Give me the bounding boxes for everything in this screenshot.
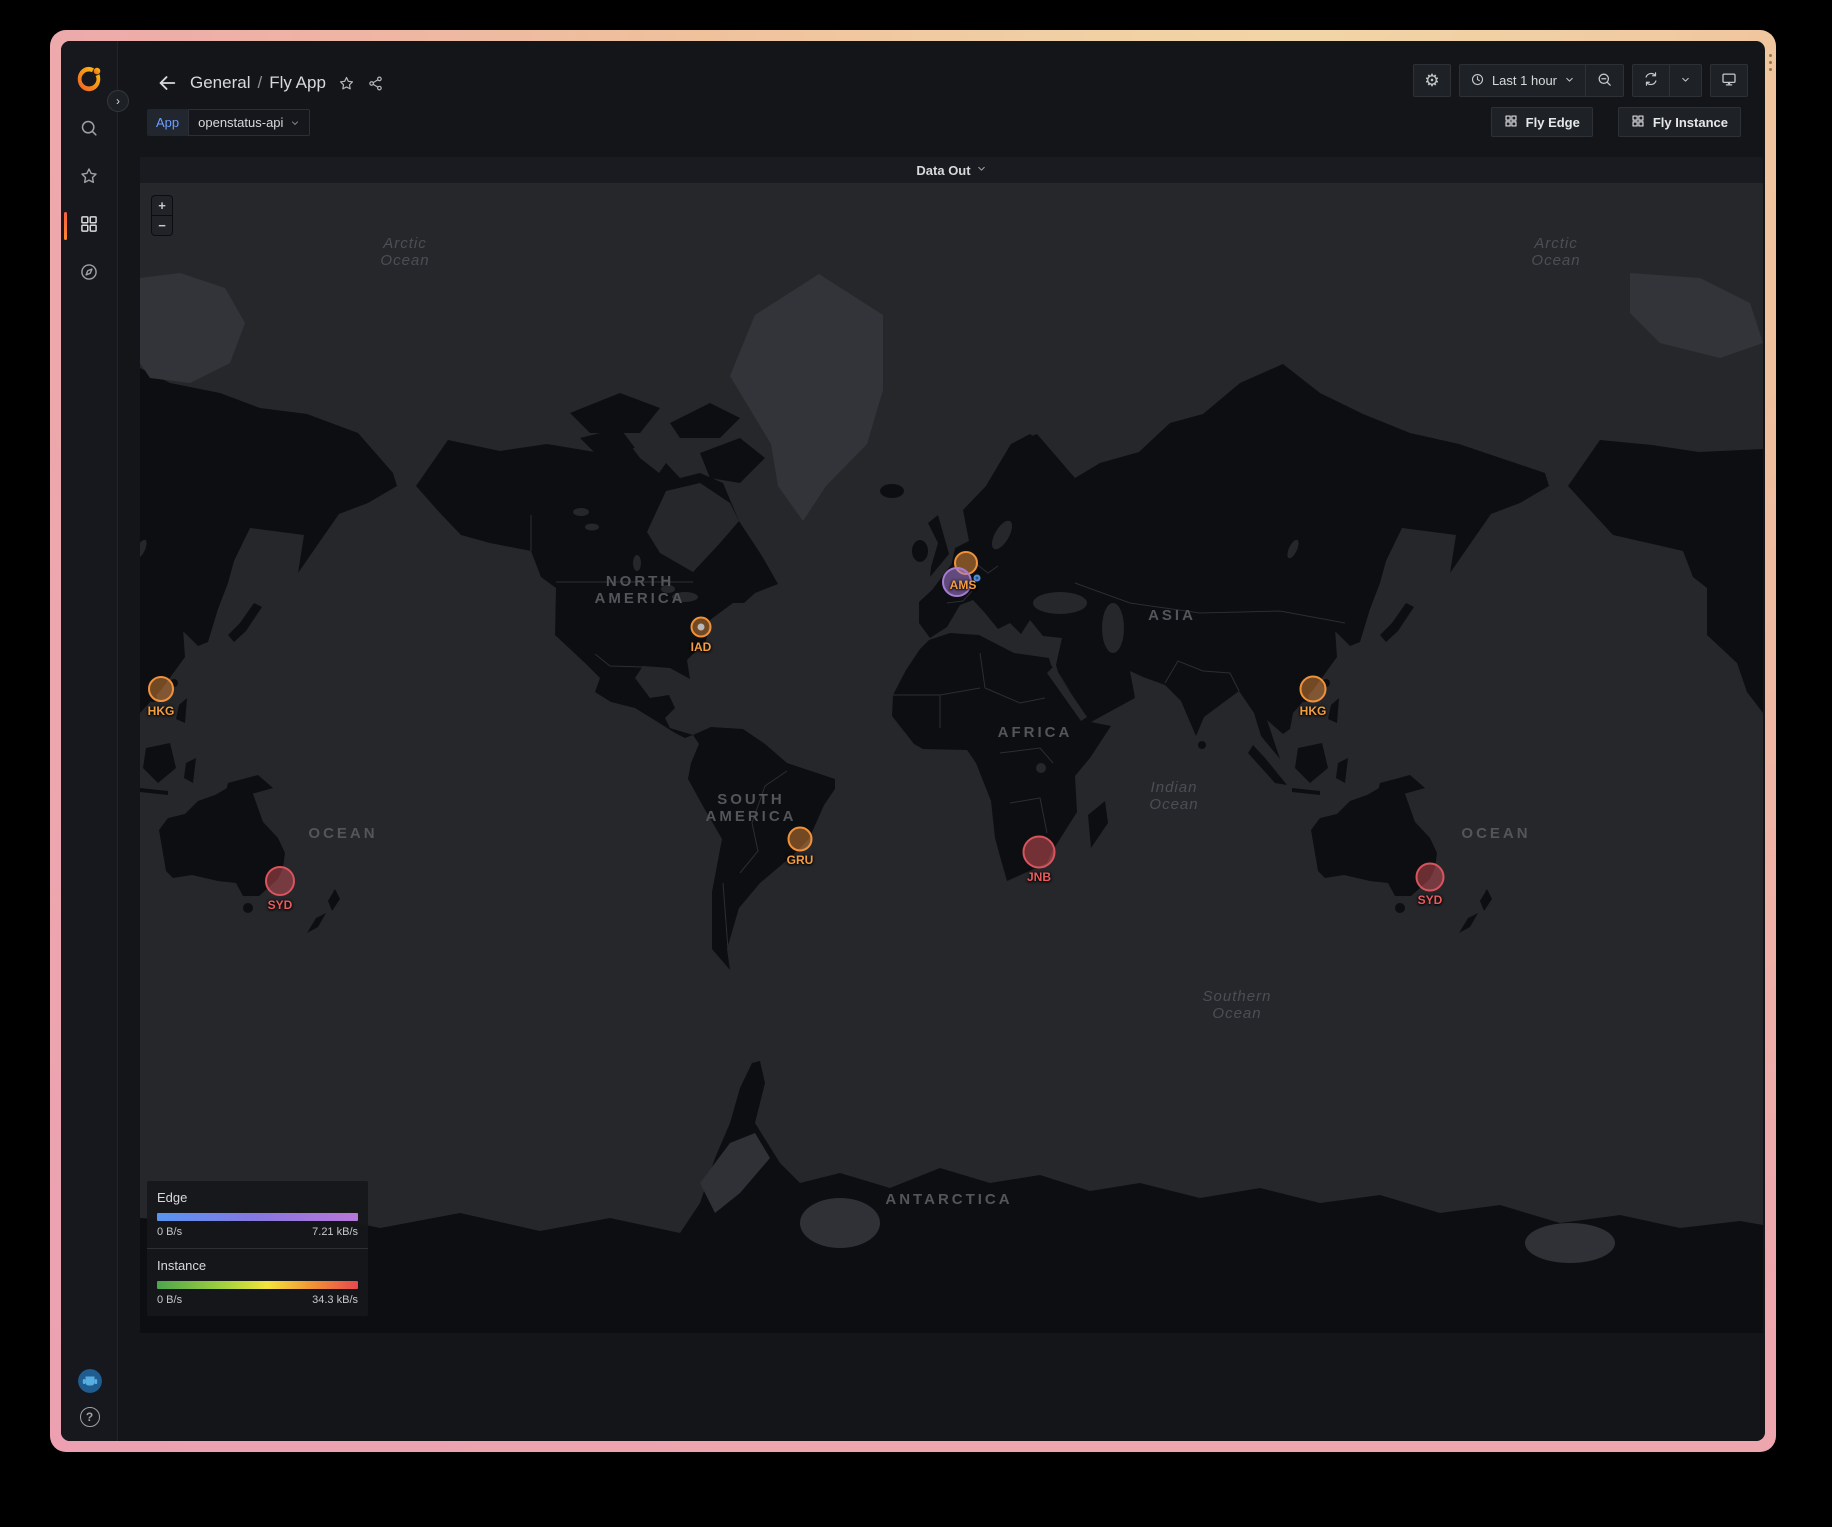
map-marker-syd-wrap[interactable] <box>265 866 295 896</box>
chevron-down-icon <box>1680 73 1691 88</box>
grafana-app: ? › General / Fly App <box>61 41 1765 1441</box>
legend-section-edge: Edge 0 B/s 7.21 kB/s <box>147 1181 368 1248</box>
active-indicator <box>64 212 67 240</box>
panel-header[interactable]: Data Out <box>140 157 1763 183</box>
legend-instance-min: 0 B/s <box>157 1294 182 1306</box>
legend-edge-min: 0 B/s <box>157 1226 182 1238</box>
map-marker-hkg[interactable] <box>1300 676 1327 703</box>
apps-grid-icon <box>1631 114 1645 131</box>
map-marker-ams-edge-dot[interactable] <box>974 575 981 582</box>
edge-gradient-bar <box>157 1213 358 1221</box>
clock-icon <box>1470 72 1485 90</box>
map-marker-syd[interactable] <box>1416 863 1445 892</box>
browser-window-frame: ? › General / Fly App <box>50 30 1776 1452</box>
template-variable: App openstatus-api <box>147 109 310 136</box>
top-navbar: General / Fly App ⚙ <box>118 41 1765 105</box>
help-icon[interactable]: ? <box>80 1407 100 1427</box>
sidebar-item-starred[interactable] <box>61 168 118 188</box>
variable-label: App <box>147 109 188 136</box>
dashboard-canvas: Data Out <box>118 145 1765 1441</box>
world-map[interactable]: Arctic OceanArctic OceanNORTH AMERICAASI… <box>140 183 1763 1333</box>
time-range-button[interactable]: Last 1 hour <box>1460 65 1585 96</box>
magnifier-minus-icon <box>1596 71 1613 91</box>
variable-value: openstatus-api <box>198 115 283 130</box>
refresh-interval-dropdown[interactable] <box>1670 65 1701 96</box>
refresh-icon <box>1643 71 1659 90</box>
map-marker-iad[interactable] <box>691 617 712 638</box>
sidebar-item-search[interactable] <box>61 120 118 140</box>
gear-icon: ⚙ <box>1424 72 1439 89</box>
refresh-control <box>1632 64 1702 97</box>
legend-section-instance: Instance 0 B/s 34.3 kB/s <box>147 1248 368 1316</box>
basemap <box>140 183 1763 1333</box>
map-legend: Edge 0 B/s 7.21 kB/s Instance <box>147 1181 368 1316</box>
map-marker-ams[interactable] <box>942 567 972 597</box>
breadcrumb: General / Fly App <box>190 73 326 93</box>
fly-edge-label: Fly Edge <box>1526 115 1580 130</box>
time-range-label: Last 1 hour <box>1492 73 1557 88</box>
monitor-icon <box>1720 70 1738 91</box>
zoom-out-button[interactable]: − <box>152 216 172 235</box>
star-icon <box>79 166 99 191</box>
main-area: General / Fly App ⚙ <box>118 41 1765 1441</box>
geomap-panel: Data Out <box>140 157 1763 1333</box>
compass-icon <box>79 262 99 287</box>
sidebar: ? <box>61 41 118 1441</box>
instance-gradient-bar <box>157 1281 358 1289</box>
refresh-button[interactable] <box>1633 65 1669 96</box>
map-zoom-control: + − <box>151 195 173 236</box>
expand-sidebar-button[interactable]: › <box>107 90 129 112</box>
sidebar-item-explore[interactable] <box>61 264 118 284</box>
back-arrow-icon[interactable] <box>156 72 178 94</box>
dashboard-controls-row: App openstatus-api Fly Edge <box>118 105 1765 145</box>
panel-title: Data Out <box>916 163 970 178</box>
legend-edge-title: Edge <box>157 1190 358 1205</box>
legend-instance-max: 34.3 kB/s <box>312 1294 358 1306</box>
dashboards-grid-icon <box>79 214 99 239</box>
zoom-in-button[interactable]: + <box>152 196 172 215</box>
grafana-logo[interactable] <box>74 64 104 94</box>
favorite-star-icon[interactable] <box>338 75 355 92</box>
dashboard-settings-button[interactable]: ⚙ <box>1413 64 1451 97</box>
fly-edge-link[interactable]: Fly Edge <box>1491 107 1593 137</box>
breadcrumb-folder[interactable]: General <box>190 73 250 93</box>
apps-grid-icon <box>1504 114 1518 131</box>
legend-instance-title: Instance <box>157 1258 358 1273</box>
breadcrumb-separator: / <box>257 73 262 93</box>
share-icon[interactable] <box>367 75 384 92</box>
fly-instance-link[interactable]: Fly Instance <box>1618 107 1741 137</box>
search-icon <box>79 118 99 143</box>
breadcrumb-dashboard: Fly App <box>269 73 326 93</box>
sidebar-item-dashboards[interactable] <box>61 216 118 236</box>
chevron-down-icon <box>1564 73 1575 88</box>
map-marker-jnb[interactable] <box>1023 836 1056 869</box>
time-picker: Last 1 hour <box>1459 64 1624 97</box>
map-marker-hkg-wrap[interactable] <box>148 676 174 702</box>
kiosk-mode-button[interactable] <box>1710 64 1748 97</box>
chevron-down-icon <box>976 161 987 179</box>
map-marker-gru[interactable] <box>788 827 813 852</box>
variable-value-dropdown[interactable]: openstatus-api <box>188 109 310 136</box>
org-avatar[interactable] <box>78 1369 102 1393</box>
zoom-out-time-button[interactable] <box>1586 65 1623 96</box>
fly-instance-label: Fly Instance <box>1653 115 1728 130</box>
window-edge-dots[interactable] <box>1769 54 1773 71</box>
legend-edge-max: 7.21 kB/s <box>312 1226 358 1238</box>
